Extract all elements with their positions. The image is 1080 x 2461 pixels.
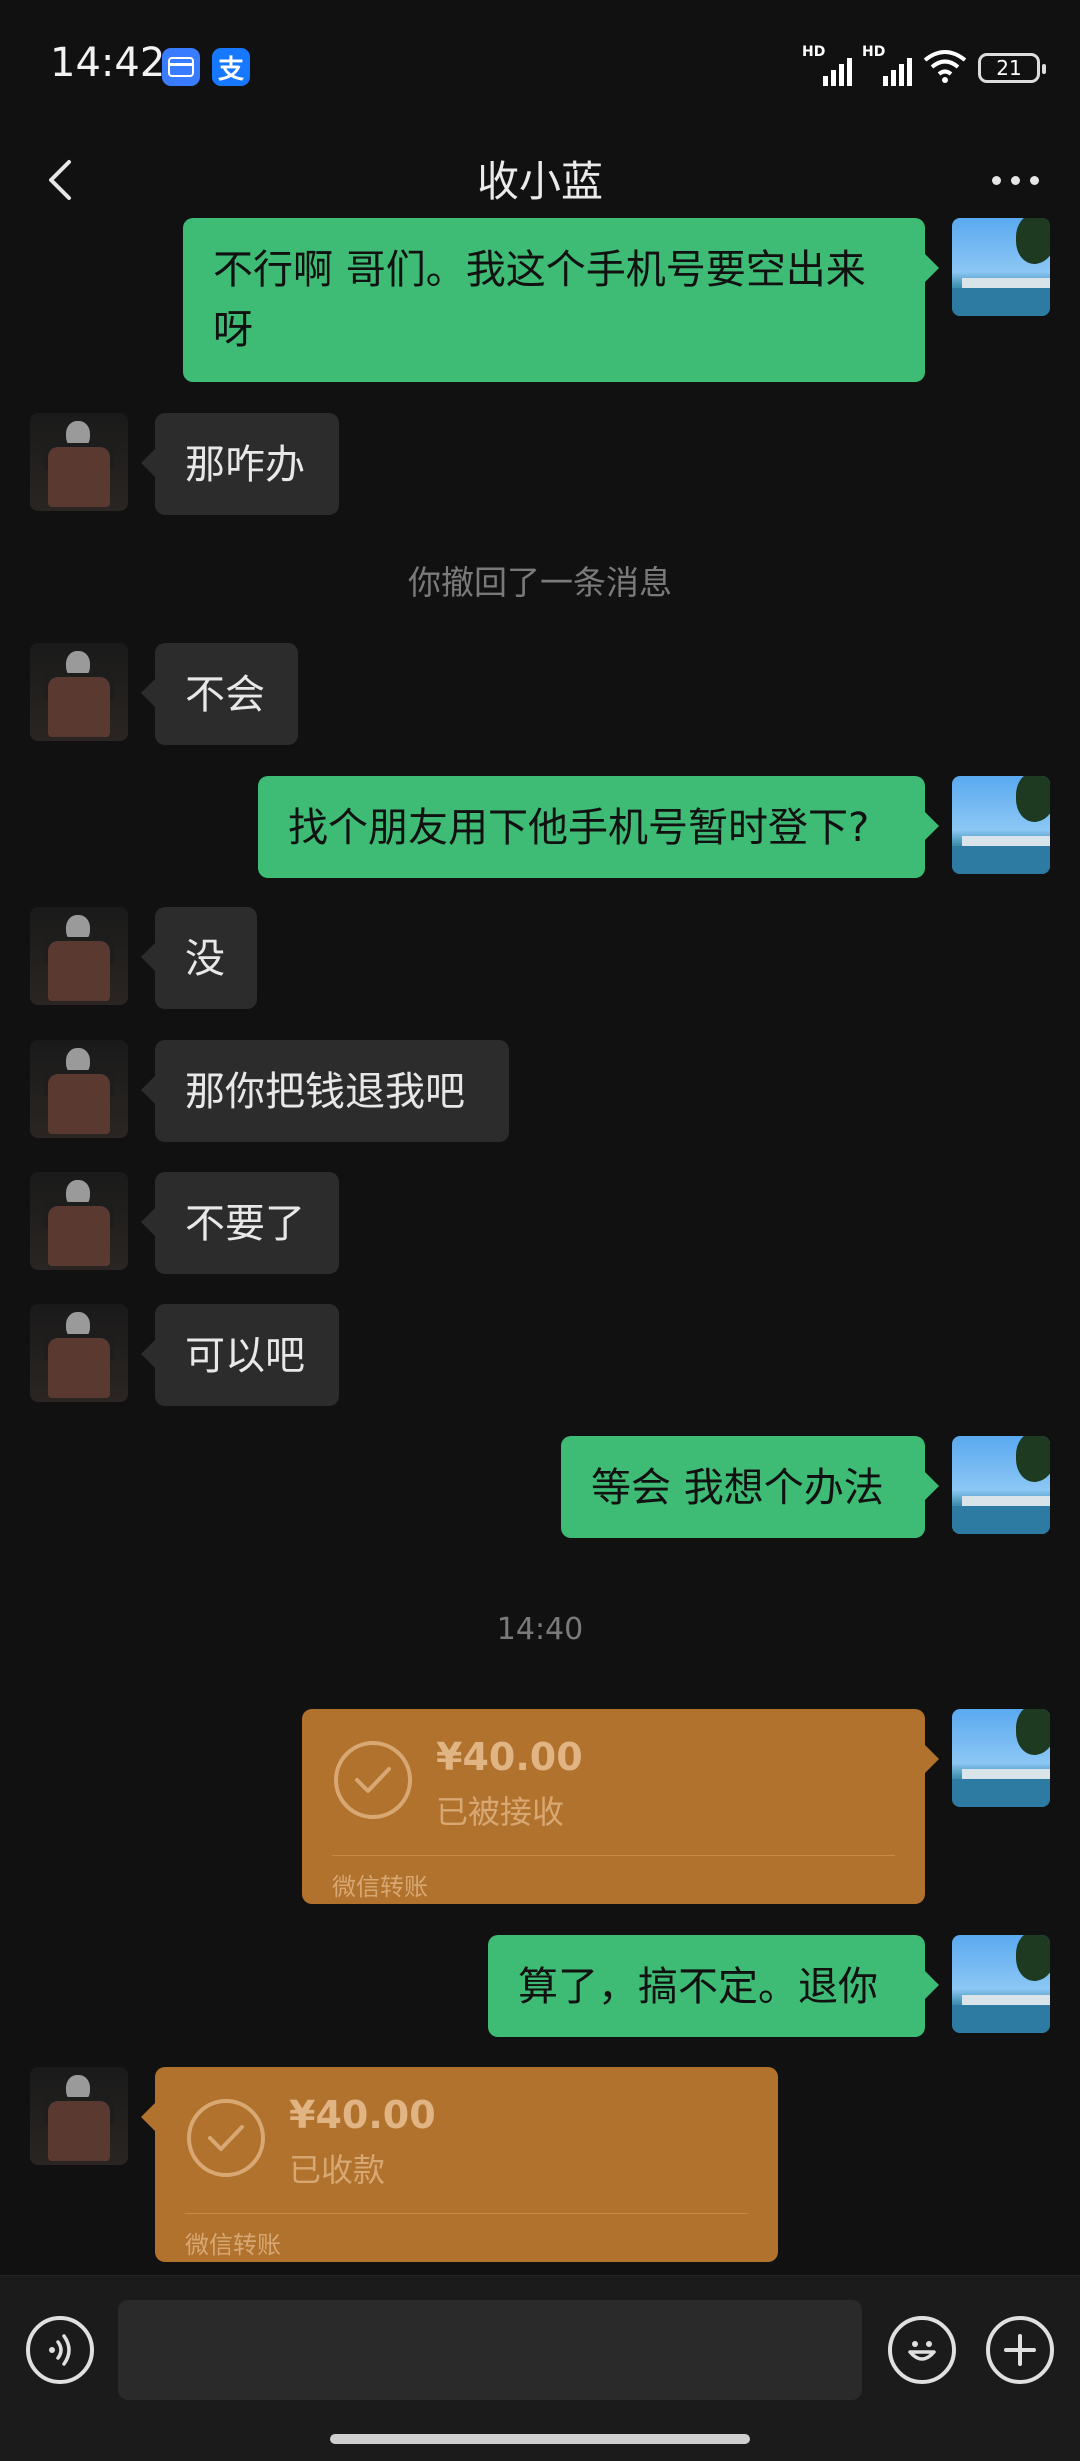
avatar-me[interactable] [952, 776, 1050, 874]
battery-icon: 21 [978, 53, 1046, 83]
wifi-icon [922, 48, 968, 88]
message-bubble-incoming[interactable]: 不会 [141, 643, 298, 745]
message-bubble-outgoing[interactable]: 不行啊 哥们。我这个手机号要空出来 呀 [183, 218, 939, 382]
message-bubble-outgoing[interactable]: 找个朋友用下他手机号暂时登下? [258, 776, 939, 878]
transfer-card-received[interactable]: ¥40.00 已收款 微信转账 [141, 2067, 778, 2262]
message-bubble-incoming[interactable]: 可以吧 [141, 1304, 339, 1406]
avatar-contact[interactable] [30, 2067, 128, 2165]
voice-icon [49, 2334, 71, 2366]
status-bar: 14:42 支 HD HD 21 [0, 0, 1080, 130]
message-bubble-incoming[interactable]: 那你把钱退我吧 [141, 1040, 509, 1142]
hd-label-2: HD [862, 44, 886, 60]
signal-icon: HD [802, 44, 852, 86]
message-bubble-incoming[interactable]: 那咋办 [141, 413, 339, 515]
message-bubble-incoming[interactable]: 没 [141, 907, 257, 1009]
message-bubble-outgoing[interactable]: 等会 我想个办法 [561, 1436, 939, 1538]
avatar-me[interactable] [952, 1935, 1050, 2033]
divider [332, 1855, 895, 1856]
divider [185, 2213, 748, 2214]
transfer-status: 已收款 [289, 2151, 386, 2189]
chat-header: 收小蓝 [0, 130, 1080, 230]
transfer-amount: ¥40.00 [436, 1735, 583, 1779]
hd-label: HD [802, 44, 826, 60]
alipay-icon: 支 [212, 48, 250, 86]
avatar-contact[interactable] [30, 1304, 128, 1402]
transfer-footer: 微信转账 [332, 1873, 428, 1901]
timestamp: 14:40 [496, 1612, 584, 1647]
home-indicator[interactable] [330, 2434, 750, 2444]
transfer-card-sent[interactable]: ¥40.00 已被接收 微信转账 [302, 1709, 939, 1904]
status-indicators: HD HD 21 [802, 44, 1046, 88]
status-time: 14:42 [50, 40, 166, 86]
plus-icon [1004, 2334, 1036, 2366]
more-button[interactable] [980, 150, 1050, 210]
voice-button[interactable] [26, 2316, 94, 2384]
transfer-footer: 微信转账 [185, 2231, 281, 2259]
avatar-contact[interactable] [30, 1172, 128, 1270]
message-text: 呀 [213, 307, 253, 353]
avatar-me[interactable] [952, 218, 1050, 316]
check-circle-icon [334, 1741, 412, 1819]
emoji-button[interactable] [888, 2316, 956, 2384]
transfer-amount: ¥40.00 [289, 2093, 436, 2137]
avatar-contact[interactable] [30, 643, 128, 741]
check-circle-icon [187, 2099, 265, 2177]
plus-button[interactable] [986, 2316, 1054, 2384]
emoji-icon [908, 2341, 936, 2361]
transfer-status: 已被接收 [436, 1793, 565, 1831]
more-dots-icon [991, 175, 1001, 185]
signal-icon-2: HD [862, 44, 912, 86]
card-icon [162, 48, 200, 86]
message-text: 不行啊 哥们。我这个手机号要空出来 [213, 247, 866, 293]
chat-title: 收小蓝 [476, 157, 603, 206]
recall-notice: 你撤回了一条消息 [408, 563, 672, 602]
message-bubble-outgoing[interactable]: 算了，搞不定。退你 [488, 1935, 939, 2037]
message-input[interactable] [118, 2300, 862, 2400]
avatar-contact[interactable] [30, 1040, 128, 1138]
avatar-contact[interactable] [30, 907, 128, 1005]
message-bubble-incoming[interactable]: 不要了 [141, 1172, 339, 1274]
avatar-me[interactable] [952, 1436, 1050, 1534]
avatar-contact[interactable] [30, 413, 128, 511]
avatar-me[interactable] [952, 1709, 1050, 1807]
